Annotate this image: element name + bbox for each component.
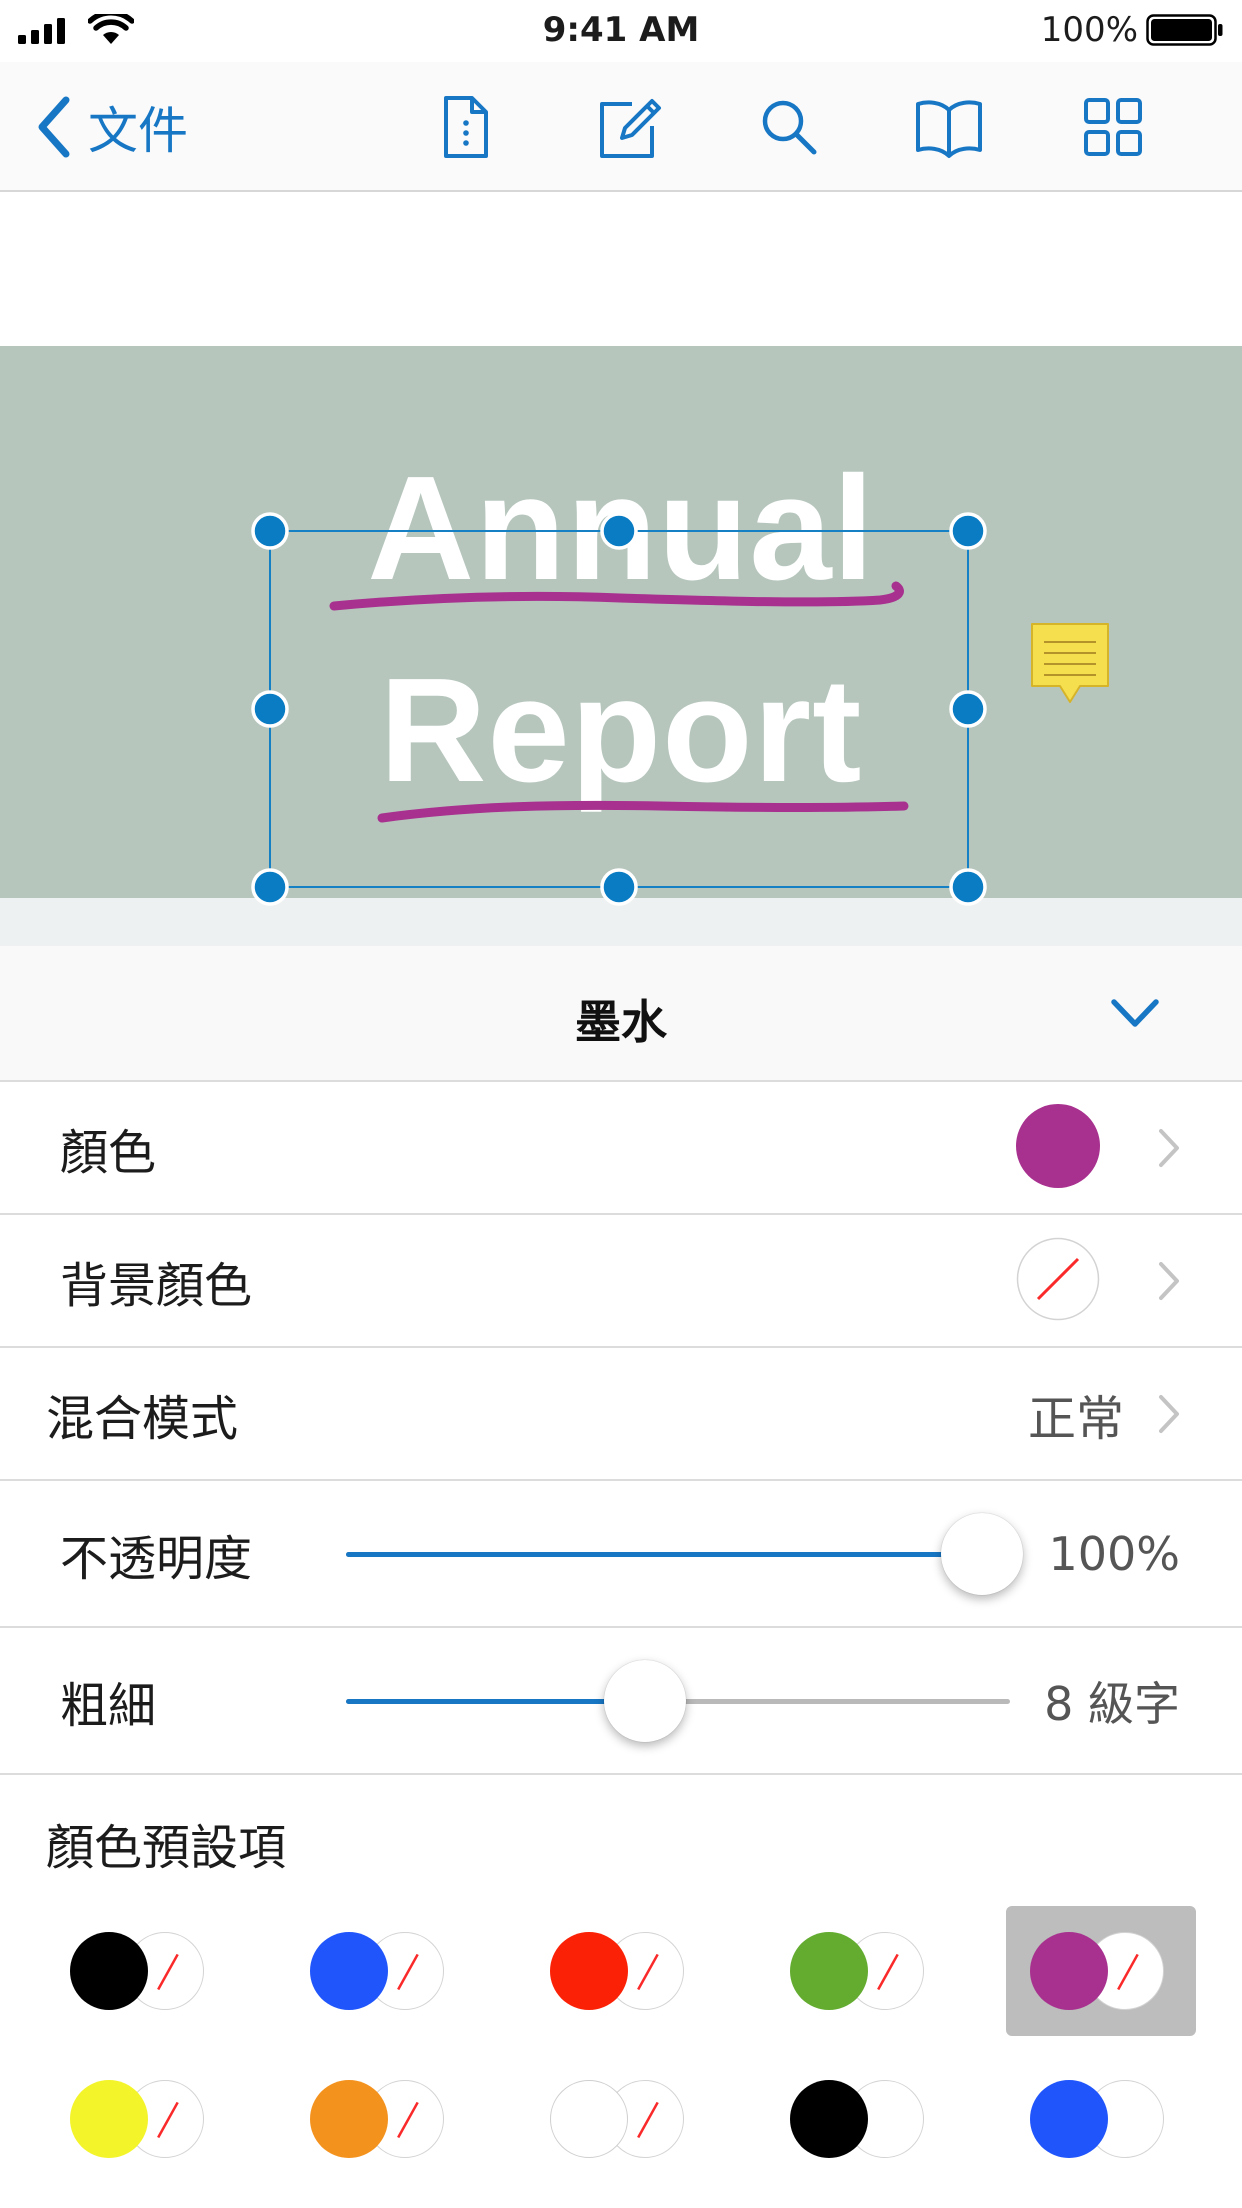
preset-ink-swatch bbox=[70, 2080, 148, 2158]
color-label: 顏色 bbox=[60, 1124, 157, 1181]
chevron-left-icon bbox=[38, 96, 70, 158]
resize-handle-bottom-center bbox=[600, 868, 638, 906]
color-preset-2[interactable] bbox=[286, 1906, 476, 2036]
chevron-right-icon bbox=[1159, 1262, 1179, 1300]
ink-panel-header: 墨水 bbox=[0, 946, 1242, 1082]
thickness-row: 粗細 8 級字 bbox=[0, 1628, 1242, 1775]
blend-mode-value: 正常 bbox=[1027, 1390, 1124, 1447]
resize-handle-top-center bbox=[600, 512, 638, 550]
battery-percentage: 100% bbox=[1040, 10, 1138, 50]
resize-handle-bottom-left bbox=[251, 868, 289, 906]
navigation-bar: 文件 bbox=[0, 62, 1242, 192]
opacity-label: 不透明度 bbox=[60, 1530, 253, 1587]
color-row[interactable]: 顏色 bbox=[0, 1082, 1242, 1215]
color-preset-3[interactable] bbox=[526, 1906, 716, 2036]
selection-handles bbox=[251, 512, 987, 906]
preset-ink-swatch bbox=[1030, 2080, 1108, 2158]
preset-ink-swatch bbox=[310, 1932, 388, 2010]
status-bar: 9:41 AM 100% bbox=[0, 0, 1242, 62]
opacity-slider-fill bbox=[346, 1552, 982, 1557]
thickness-slider-fill bbox=[346, 1699, 645, 1704]
resize-handle-middle-right bbox=[949, 690, 987, 728]
chevron-down-icon[interactable] bbox=[1108, 986, 1162, 1040]
ink-annotation-layer[interactable] bbox=[0, 194, 1242, 946]
thickness-slider[interactable] bbox=[346, 1660, 1010, 1742]
resize-handle-top-right bbox=[949, 512, 987, 550]
thickness-value: 8 級字 bbox=[1044, 1676, 1180, 1731]
color-preset-10[interactable] bbox=[1006, 2054, 1196, 2184]
opacity-row: 不透明度 100% bbox=[0, 1481, 1242, 1628]
reading-book-icon[interactable] bbox=[912, 90, 986, 164]
ink-underline-2 bbox=[377, 800, 909, 823]
color-preset-8[interactable] bbox=[526, 2054, 716, 2184]
thickness-label: 粗細 bbox=[60, 1677, 157, 1734]
search-icon[interactable] bbox=[752, 90, 826, 164]
sticky-note-icon[interactable] bbox=[1028, 620, 1112, 708]
preset-ink-swatch bbox=[1030, 1932, 1108, 2010]
preset-ink-swatch bbox=[70, 1932, 148, 2010]
preset-ink-swatch bbox=[790, 2080, 868, 2158]
opacity-slider[interactable] bbox=[346, 1513, 1023, 1595]
back-button-label: 文件 bbox=[88, 102, 188, 160]
battery-icon bbox=[1146, 14, 1223, 46]
ink-underline-1 bbox=[329, 581, 904, 611]
selection-box bbox=[269, 530, 969, 888]
color-presets-label: 顏色預設項 bbox=[46, 1820, 287, 1876]
current-color-swatch[interactable] bbox=[1016, 1104, 1100, 1188]
preset-ink-swatch bbox=[310, 2080, 388, 2158]
color-preset-5[interactable] bbox=[1006, 1906, 1196, 2036]
blend-mode-label: 混合模式 bbox=[46, 1390, 239, 1447]
color-preset-9[interactable] bbox=[766, 2054, 956, 2184]
chevron-right-icon bbox=[1159, 1395, 1179, 1433]
edit-pencil-icon[interactable] bbox=[592, 90, 666, 164]
no-color-swatch[interactable] bbox=[1016, 1237, 1100, 1321]
thickness-slider-thumb[interactable] bbox=[603, 1660, 686, 1742]
preset-ink-swatch bbox=[550, 2080, 628, 2158]
panel-title: 墨水 bbox=[575, 995, 667, 1049]
opacity-value: 100% bbox=[1048, 1526, 1180, 1581]
blend-mode-row[interactable]: 混合模式 正常 bbox=[0, 1348, 1242, 1481]
color-preset-4[interactable] bbox=[766, 1906, 956, 2036]
color-preset-7[interactable] bbox=[286, 2054, 476, 2184]
color-preset-1[interactable] bbox=[46, 1906, 236, 2036]
chevron-right-icon bbox=[1159, 1129, 1179, 1167]
resize-handle-top-left bbox=[251, 512, 289, 550]
color-preset-6[interactable] bbox=[46, 2054, 236, 2184]
background-color-row[interactable]: 背景顏色 bbox=[0, 1215, 1242, 1348]
resize-handle-middle-left bbox=[251, 690, 289, 728]
preset-ink-swatch bbox=[790, 1932, 868, 2010]
preset-ink-swatch bbox=[550, 1932, 628, 2010]
thumbnails-grid-icon[interactable] bbox=[1076, 90, 1150, 164]
document-outline-icon[interactable] bbox=[428, 90, 502, 164]
back-button[interactable]: 文件 bbox=[34, 92, 188, 162]
document-canvas[interactable]: Annual Report bbox=[0, 194, 1242, 946]
resize-handle-bottom-right bbox=[949, 868, 987, 906]
opacity-slider-thumb[interactable] bbox=[941, 1513, 1023, 1595]
background-color-label: 背景顏色 bbox=[60, 1257, 253, 1314]
